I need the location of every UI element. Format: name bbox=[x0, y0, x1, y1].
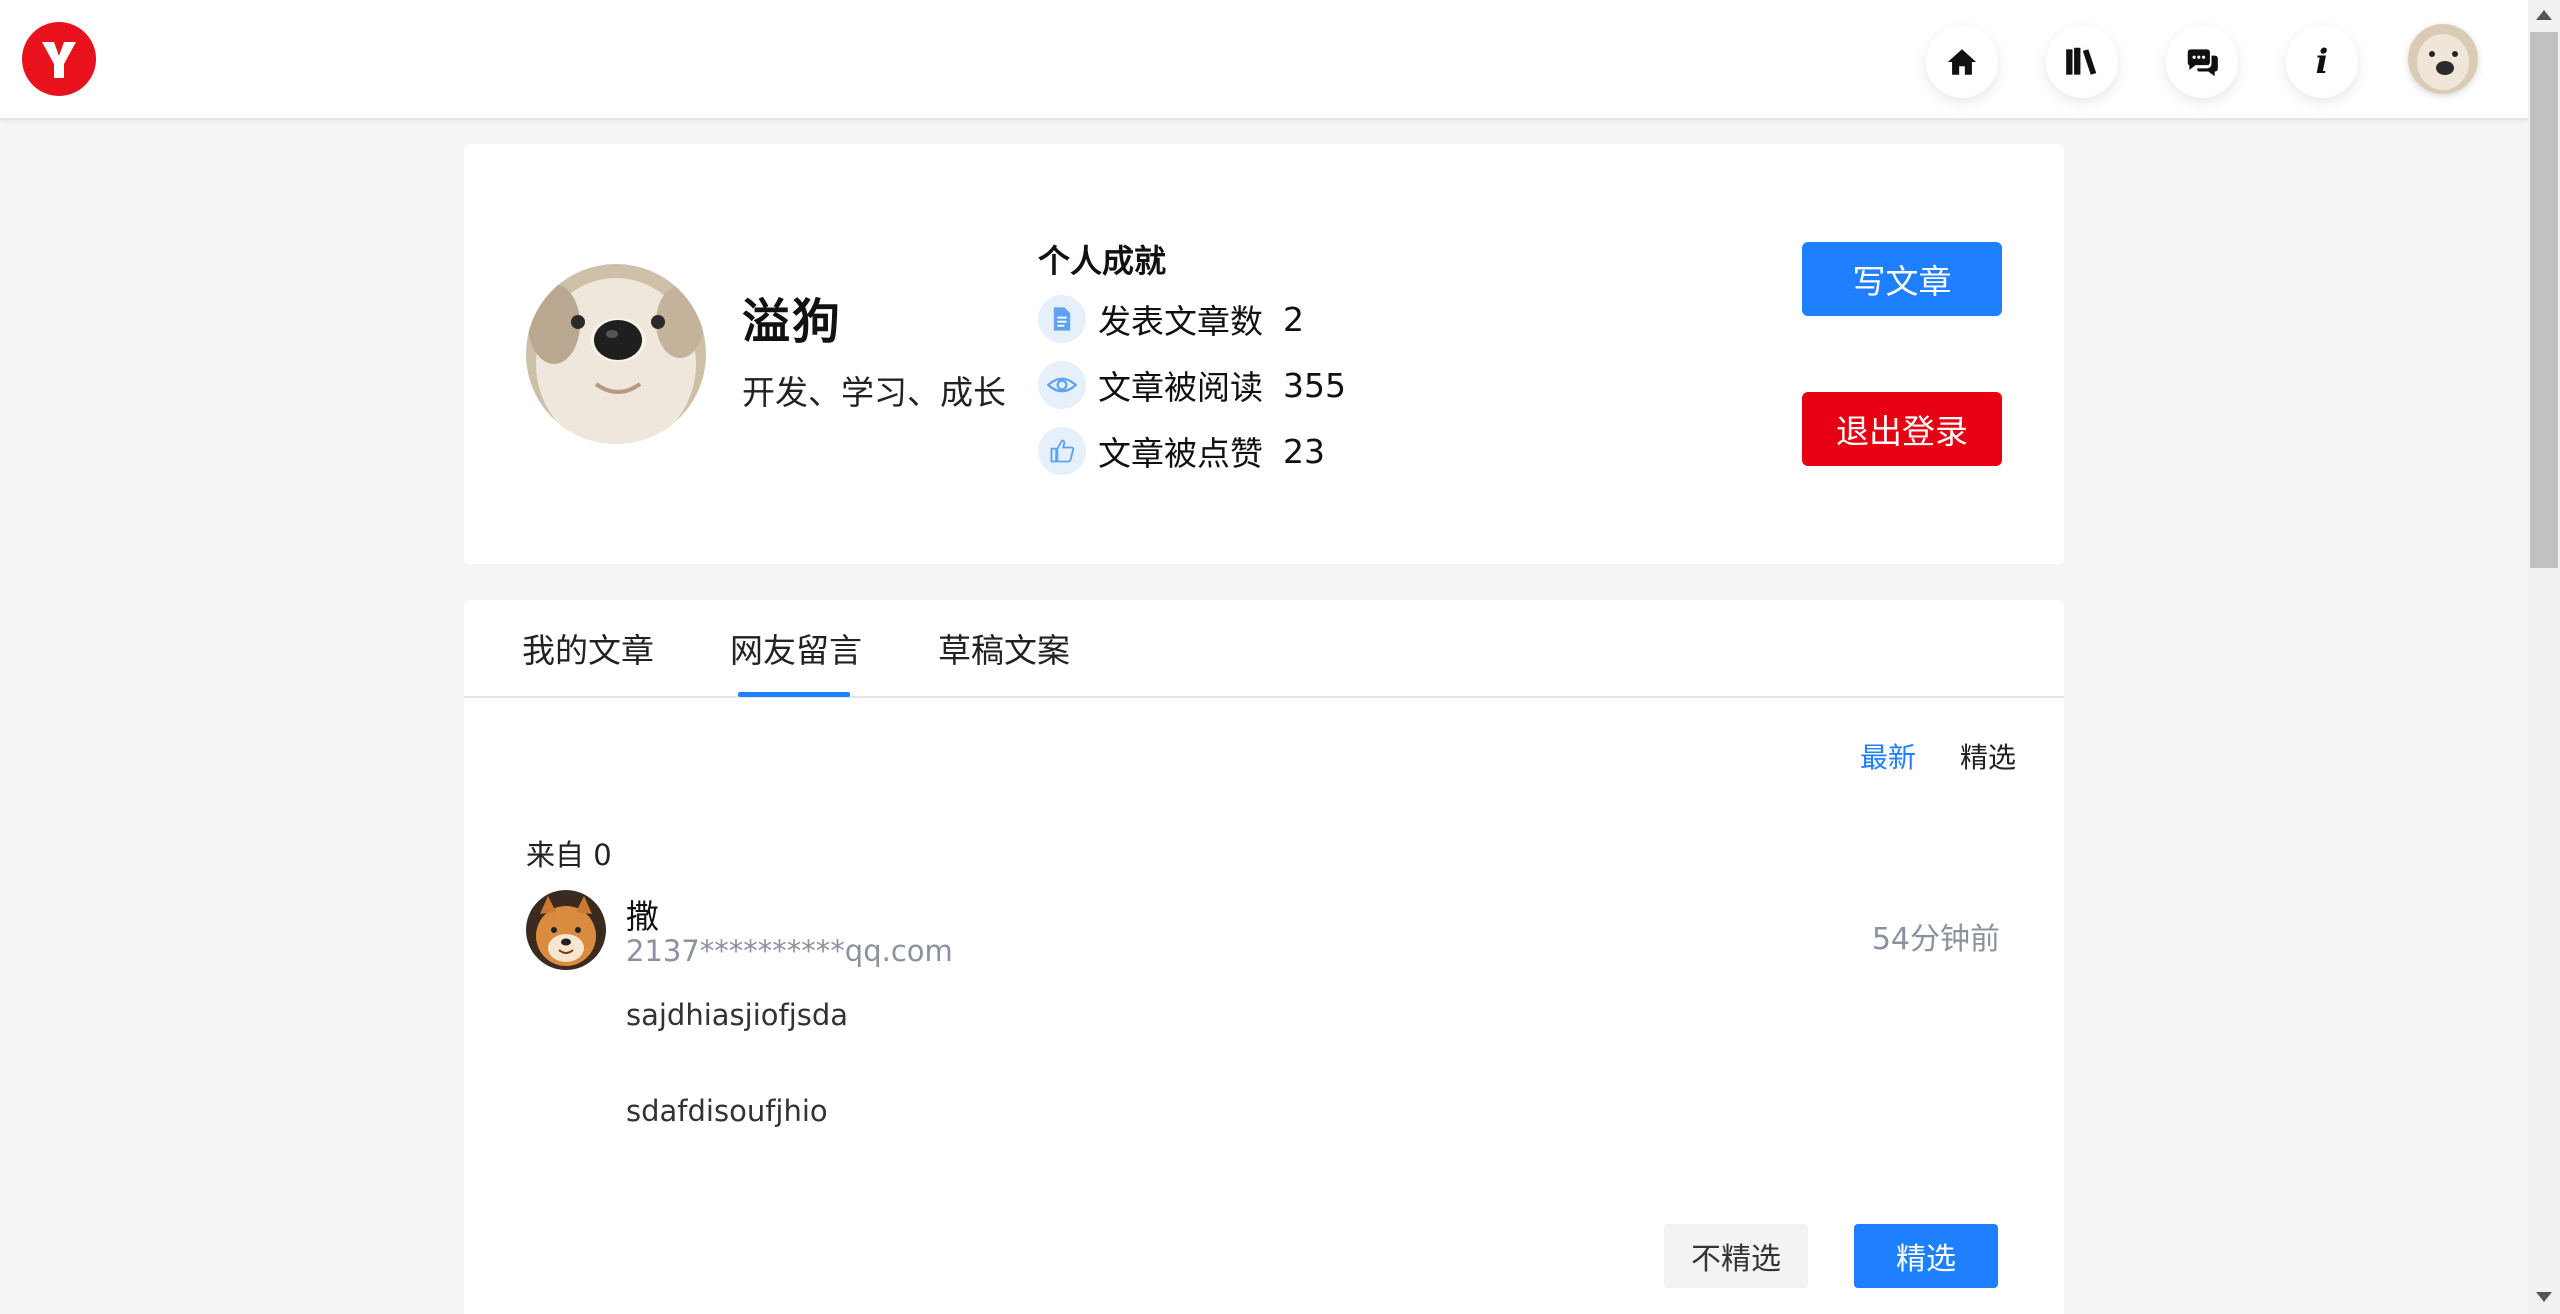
sort-latest[interactable]: 最新 bbox=[1860, 736, 1916, 776]
achievement-value: 2 bbox=[1283, 299, 1304, 339]
profile-motto: 开发、学习、成长 bbox=[742, 373, 1006, 412]
nav-home-button[interactable] bbox=[1926, 26, 1998, 98]
tab-bar: 我的文章 网友留言 草稿文案 bbox=[464, 600, 2064, 698]
tab-my-articles[interactable]: 我的文章 bbox=[522, 624, 654, 672]
chat-icon bbox=[2187, 49, 2218, 77]
logout-button[interactable]: 退出登录 bbox=[1802, 392, 2002, 466]
logo-y-icon bbox=[42, 42, 76, 78]
unfeature-button[interactable]: 不精选 bbox=[1664, 1224, 1808, 1288]
commenter-name: 撒 bbox=[626, 897, 659, 936]
achievement-label: 文章被阅读 bbox=[1098, 368, 1263, 407]
nav-messages-button[interactable] bbox=[2166, 26, 2238, 98]
profile-username: 溢狗 bbox=[742, 294, 843, 350]
comment-source-label: 来自 0 bbox=[526, 838, 612, 872]
scroll-down-arrow-icon[interactable] bbox=[2536, 1292, 2552, 1302]
profile-card: 溢狗 开发、学习、成长 个人成就 发表文章数 2 文章被阅读 355 文章被点赞… bbox=[464, 144, 2064, 564]
eye-icon bbox=[1038, 361, 1086, 409]
dog-avatar-image bbox=[526, 264, 706, 444]
commenter-avatar bbox=[526, 890, 606, 970]
shiba-avatar-image bbox=[526, 890, 606, 970]
tab-comments[interactable]: 网友留言 bbox=[730, 624, 862, 672]
home-icon bbox=[1947, 49, 1977, 75]
comment-text-line: sajdhiasjiofjsda bbox=[626, 998, 849, 1032]
achievement-label: 发表文章数 bbox=[1098, 302, 1263, 341]
comment-timestamp: 54分钟前 bbox=[1871, 922, 2000, 957]
achievement-read-count: 文章被阅读 355 bbox=[1038, 360, 1346, 410]
dog-avatar-image bbox=[2408, 24, 2478, 94]
site-logo[interactable] bbox=[22, 22, 96, 96]
comment-text-line: sdafdisoufjhio bbox=[626, 1094, 828, 1128]
user-avatar-menu[interactable] bbox=[2408, 24, 2478, 94]
content-card: 我的文章 网友留言 草稿文案 最新 精选 来自 0 撒 2137********… bbox=[464, 600, 2064, 1314]
info-icon: i bbox=[2315, 42, 2329, 82]
write-article-button[interactable]: 写文章 bbox=[1802, 242, 2002, 316]
achievement-value: 23 bbox=[1283, 431, 1325, 471]
library-icon bbox=[2066, 47, 2097, 75]
achievement-value: 355 bbox=[1283, 365, 1346, 405]
scrollbar-thumb[interactable] bbox=[2530, 32, 2558, 568]
achievement-like-count: 文章被点赞 23 bbox=[1038, 426, 1325, 476]
sort-featured[interactable]: 精选 bbox=[1960, 736, 2016, 776]
achievement-label: 文章被点赞 bbox=[1098, 434, 1263, 473]
nav-info-button[interactable]: i bbox=[2286, 26, 2358, 98]
document-icon bbox=[1038, 295, 1086, 343]
achievements-title: 个人成就 bbox=[1038, 242, 1167, 280]
nav-library-button[interactable] bbox=[2046, 26, 2118, 98]
active-tab-indicator bbox=[738, 692, 850, 697]
tab-drafts[interactable]: 草稿文案 bbox=[938, 624, 1070, 672]
top-navbar: i bbox=[0, 0, 2528, 120]
thumbs-up-icon bbox=[1038, 427, 1086, 475]
profile-avatar bbox=[526, 264, 706, 444]
feature-button[interactable]: 精选 bbox=[1854, 1224, 1998, 1288]
scroll-up-arrow-icon[interactable] bbox=[2536, 10, 2552, 20]
commenter-email: 2137**********qq.com bbox=[626, 934, 953, 968]
achievement-articles-count: 发表文章数 2 bbox=[1038, 294, 1304, 344]
